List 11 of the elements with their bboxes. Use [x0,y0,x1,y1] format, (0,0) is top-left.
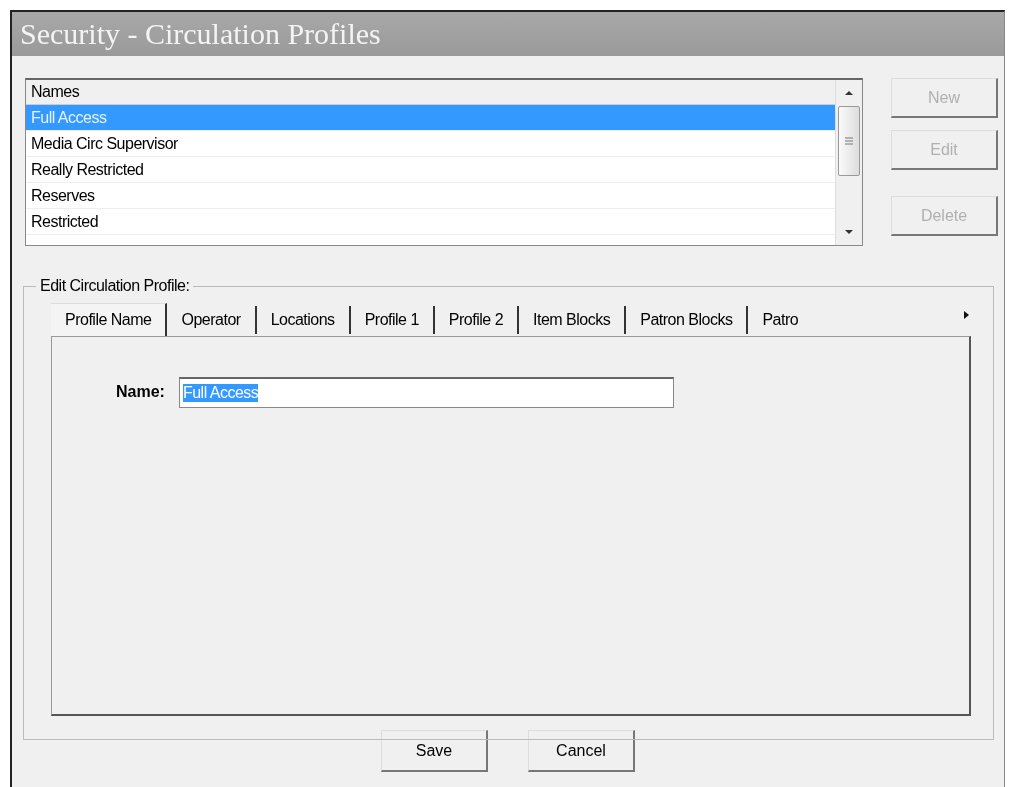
tab[interactable]: Profile Name [51,303,168,336]
list-item[interactable]: Media Circ Supervisor [26,131,835,157]
save-button[interactable]: Save [381,730,488,772]
window-title: Security - Circulation Profiles [12,12,1004,56]
names-list[interactable]: Names Full Access Media Circ Supervisor Really Restricted Reserves Restricted [25,78,863,246]
list-item[interactable]: Really Restricted [26,157,835,183]
cancel-button[interactable]: Cancel [528,730,635,772]
column-header: Names [26,80,835,105]
list-item[interactable]: Restricted [26,209,835,235]
list-item[interactable]: Reserves [26,183,835,209]
name-label: Name: [116,382,165,402]
